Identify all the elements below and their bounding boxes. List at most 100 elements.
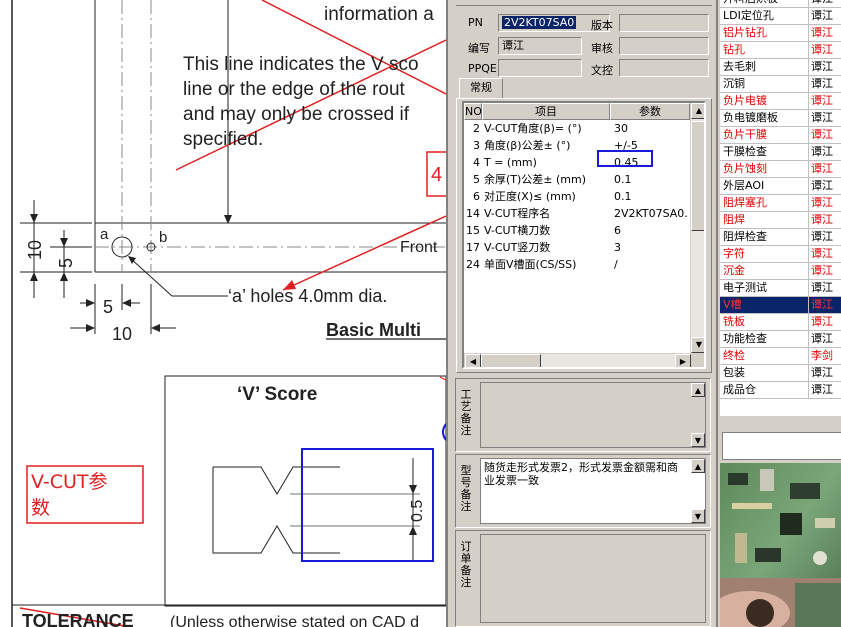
grid-row[interactable]: 3 角度(β)公差± (°) +/-5 <box>464 137 690 154</box>
model-note-label: 型号备注 <box>460 464 472 513</box>
process-step-person: 谭江 <box>808 314 841 330</box>
process-input[interactable] <box>722 432 841 460</box>
process-note-field[interactable] <box>480 382 706 448</box>
process-step-row[interactable]: 负片蚀刻 谭江 <box>720 161 841 178</box>
process-step-person: 谭江 <box>808 93 841 109</box>
grid-cell-no: 3 <box>473 139 480 152</box>
editor-field[interactable]: 谭江 <box>498 37 582 55</box>
process-step-row[interactable]: V槽 谭江 <box>720 297 841 314</box>
process-step-person: 谭江 <box>808 110 841 126</box>
basic-multi-heading: Basic Multi <box>326 320 421 340</box>
grid-cell-no: 2 <box>473 122 480 135</box>
tab-general[interactable]: 常规 <box>459 78 503 98</box>
process-step-person: 谭江 <box>808 161 841 177</box>
model-note-panel: 型号备注 随货走形式发票2，形式发票金额需和商业发票一致 ▲ ▼ <box>455 454 711 528</box>
process-step-row[interactable]: 阻焊塞孔 谭江 <box>720 195 841 212</box>
process-step-row[interactable]: 终检 李剑 <box>720 348 841 365</box>
process-step-row[interactable]: 负电镀磨板 谭江 <box>720 110 841 127</box>
process-step-row[interactable]: 沉金 谭江 <box>720 263 841 280</box>
process-step-row[interactable]: 干膜检查 谭江 <box>720 144 841 161</box>
parameter-grid[interactable]: NO 项目 参数 2 V-CUT角度(β)= (°) 30 3 角度(β)公差± (°)… <box>462 101 706 369</box>
process-step-row[interactable]: 阻焊 谭江 <box>720 212 841 229</box>
ppqe-field[interactable] <box>498 59 582 77</box>
scroll-right-button[interactable]: ▶ <box>675 354 691 367</box>
grid-cell-no: 5 <box>473 173 480 186</box>
grid-row[interactable]: 6 对正度(X)≤ (mm) 0.1 <box>464 188 690 205</box>
process-step-name: 去毛刺 <box>723 60 756 73</box>
process-step-person: 谭江 <box>808 212 841 228</box>
hscroll-thumb[interactable] <box>481 354 541 367</box>
scroll-left-button[interactable]: ◀ <box>465 354 481 367</box>
process-step-row[interactable]: 开料后烘板谭江 <box>720 0 841 8</box>
group-frame <box>456 0 712 6</box>
col-header-param[interactable]: 参数 <box>610 103 690 120</box>
grid-cell-item: V-CUT角度(β)= (°) <box>484 122 582 135</box>
process-step-name: 阻焊 <box>723 213 745 226</box>
process-step-row[interactable]: 去毛刺 谭江 <box>720 59 841 76</box>
proof-field[interactable] <box>619 59 709 77</box>
col-header-no[interactable]: NO <box>464 103 482 120</box>
grid-row[interactable]: 2 V-CUT角度(β)= (°) 30 <box>464 120 690 137</box>
proof-label: 文控 <box>591 64 613 77</box>
process-step-row[interactable]: 电子测试 谭江 <box>720 280 841 297</box>
process-step-row[interactable]: 外层AOI 谭江 <box>720 178 841 195</box>
process-step-name: 包装 <box>723 366 745 379</box>
process-step-person: 谭江 <box>808 59 841 75</box>
process-step-row[interactable]: 沉铜 谭江 <box>720 76 841 93</box>
process-step-row[interactable]: 负片干膜 谭江 <box>720 127 841 144</box>
note2-scroll-down[interactable]: ▼ <box>691 509 705 523</box>
col-header-item[interactable]: 项目 <box>482 103 610 120</box>
order-note-field[interactable] <box>480 534 706 623</box>
grid-cell-item: 单面V槽面(CS/SS) <box>484 258 577 271</box>
grid-row[interactable]: 15 V-CUT横刀数 6 <box>464 222 690 239</box>
grid-row[interactable]: 4T = (mm) 0.45 <box>464 154 690 171</box>
process-step-name: 干膜检查 <box>723 145 767 158</box>
model-note-field[interactable]: 随货走形式发票2，形式发票金额需和商业发票一致 <box>480 458 706 524</box>
scroll-thumb[interactable] <box>691 121 704 231</box>
process-step-person: 谭江 <box>808 246 841 262</box>
grid-cell-item: V-CUT横刀数 <box>484 224 551 237</box>
process-step-row[interactable]: 阻焊检查 谭江 <box>720 229 841 246</box>
process-step-row[interactable]: 铝片钻孔 谭江 <box>720 25 841 42</box>
process-step-name: 阻焊塞孔 <box>723 196 767 209</box>
process-step-person: 谭江 <box>808 229 841 245</box>
process-step-person: 谭江 <box>808 280 841 296</box>
note-line-3: and may only be crossed if <box>183 104 410 125</box>
pdf-drawing-view: information a This line indicates the V … <box>0 0 446 627</box>
note1-scroll-down[interactable]: ▼ <box>691 433 705 447</box>
grid-row[interactable]: 14 V-CUT程序名 2V2KT07SA0.cs <box>464 205 690 222</box>
process-step-row[interactable]: 字符 谭江 <box>720 246 841 263</box>
process-step-name: 负片干膜 <box>723 128 767 141</box>
process-step-row[interactable]: 钻孔 谭江 <box>720 42 841 59</box>
process-step-row[interactable]: 成品仓 谭江 <box>720 382 841 399</box>
process-step-row[interactable]: 铣板 谭江 <box>720 314 841 331</box>
process-step-row[interactable]: 功能检查 谭江 <box>720 331 841 348</box>
grid-row[interactable]: 5 余厚(T)公差± (mm) 0.1 <box>464 171 690 188</box>
process-step-name: 负片蚀刻 <box>723 162 767 175</box>
version-field[interactable] <box>619 14 709 32</box>
grid-cell-param: 6 <box>614 224 621 237</box>
note2-scroll-up[interactable]: ▲ <box>691 459 705 473</box>
grid-horizontal-scrollbar[interactable]: ◀ ▶ <box>464 353 704 367</box>
grid-row[interactable]: 17 V-CUT竖刀数 3 <box>464 239 690 256</box>
grid-cell-item: 对正度(X)≤ (mm) <box>484 190 576 203</box>
version-label: 版本 <box>591 19 613 32</box>
review-field[interactable] <box>619 37 709 55</box>
pcb-camera-preview <box>720 463 841 627</box>
process-list[interactable]: 开料后烘板谭江LDI定位孔谭江铝片钻孔谭江钻孔谭江去毛刺谭江沉铜谭江负片电镀谭江… <box>720 0 841 416</box>
grid-row[interactable]: 24 单面V槽面(CS/SS) / <box>464 256 690 273</box>
grid-vertical-scrollbar[interactable]: ▲ ▼ <box>690 103 704 353</box>
process-step-row[interactable]: 负片电镀 谭江 <box>720 93 841 110</box>
process-step-person: 谭江 <box>808 195 841 211</box>
process-step-row[interactable]: LDI定位孔 谭江 <box>720 8 841 25</box>
scroll-up-button[interactable]: ▲ <box>691 103 704 119</box>
process-step-row[interactable]: 包装 谭江 <box>720 365 841 382</box>
process-step-name: 外层AOI <box>723 179 765 192</box>
scroll-down-button[interactable]: ▼ <box>691 337 704 353</box>
vscore-title: ‘V’ Score <box>237 384 317 405</box>
list-divider <box>720 418 841 428</box>
scroll-corner <box>691 354 704 367</box>
front-label: Front <box>400 239 438 256</box>
note1-scroll-up[interactable]: ▲ <box>691 383 705 397</box>
process-step-name: LDI定位孔 <box>723 9 774 22</box>
